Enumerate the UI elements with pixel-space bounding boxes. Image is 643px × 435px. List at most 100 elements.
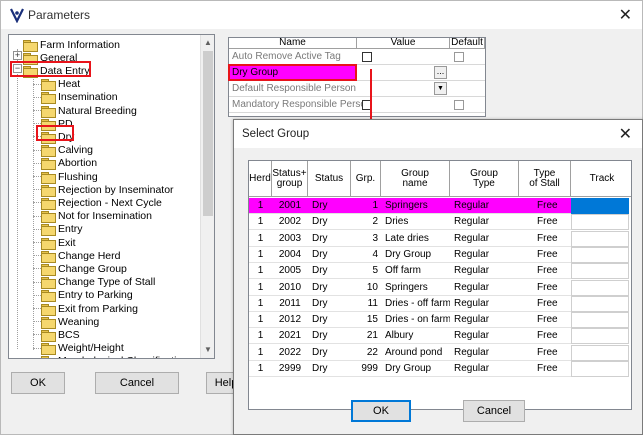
table-row[interactable]: 1 2010 Dry 10 Springers Regular Free [249,280,571,296]
dialog-cancel-button[interactable]: Cancel [463,400,525,422]
group-table: Herd Status+ group Status Grp. Group nam… [248,160,632,410]
annotation-box-dry [36,125,74,141]
dialog-ok-button[interactable]: OK [351,400,411,422]
tree-item[interactable]: Entry [41,223,83,237]
category-tree[interactable]: + − Farm Information General Data Entry Hea… [8,34,215,359]
param-row[interactable]: Mandatory Responsible Person [229,97,485,113]
track-cell[interactable] [571,263,629,280]
tree-item[interactable]: Weight/Height [41,342,124,356]
tree-line [33,110,41,111]
tree-line [33,202,41,204]
table-row[interactable]: 1 2022 Dry 22 Around pond Regular Free [249,345,571,361]
cell-status: Dry [308,231,351,247]
tree-line [17,49,18,349]
param-label: Default Responsible Person [232,83,356,94]
tree-item[interactable]: Heat [41,78,80,92]
close-icon[interactable]: ✕ [619,124,632,144]
scroll-down-icon[interactable]: ▼ [203,344,213,356]
cell-herd: 1 [249,231,272,247]
tree-item[interactable]: Not for Insemination [41,210,152,224]
tree-item[interactable]: Insemination [41,91,118,105]
value-checkbox[interactable] [362,52,372,62]
tree-line [33,334,41,336]
scroll-thumb[interactable] [203,51,213,216]
cell-status: Dry [308,280,351,296]
param-row[interactable]: Auto Remove Active Tag [229,49,485,65]
tree-item[interactable]: Rejection by Inseminator [41,183,174,197]
tree-item[interactable]: Natural Breeding [41,104,137,118]
table-row[interactable]: 1 2021 Dry 21 Albury Regular Free [249,328,571,345]
folder-icon [41,356,55,358]
folder-icon [41,290,56,303]
cell-sg: 2011 [272,296,308,312]
cancel-button[interactable]: Cancel [95,372,179,394]
close-icon[interactable]: ✕ [619,5,632,25]
tree-item[interactable]: Change Group [41,262,127,276]
cell-sg: 2003 [272,231,308,247]
tree-item-label: Change Herd [58,249,121,262]
tree-item-label: Rejection by Inseminator [58,183,174,196]
default-checkbox[interactable] [454,100,464,110]
tree-item-label: Farm Information [40,38,120,51]
cell-type: Regular [450,312,519,329]
tree-item[interactable]: Exit from Parking [41,302,138,316]
cell-status: Dry [308,361,351,377]
tree-item[interactable]: Rejection - Next Cycle [41,196,162,210]
tree-line [33,228,41,230]
tree-item-label: Weight/Height [58,342,124,355]
track-cell[interactable] [571,344,629,361]
table-row[interactable]: 1 2999 Dry 999 Dry Group Regular Free [249,361,571,377]
track-cell[interactable] [571,295,629,312]
tree-item[interactable]: Entry to Parking [41,289,133,303]
table-row[interactable]: 1 2003 Dry 3 Late dries Regular Free [249,231,571,247]
param-row[interactable]: Default Responsible Person ▼ [229,81,485,97]
tree-item[interactable]: Weaning [41,315,99,329]
table-row[interactable]: 1 2005 Dry 5 Off farm Regular Free [249,263,571,280]
param-label: Mandatory Responsible Person [232,99,372,110]
tree-line [33,308,41,309]
ok-button[interactable]: OK [11,372,65,394]
table-row[interactable]: 1 2011 Dry 11 Dries - off farm Regular Free [249,296,571,312]
track-cell[interactable] [571,230,629,247]
stall-type-header: Type of Stall [519,161,571,197]
scroll-up-icon[interactable]: ▲ [203,37,213,49]
herd-header: Herd [249,161,272,197]
tree-item[interactable]: Change Herd [41,249,121,263]
track-cell[interactable] [571,279,629,296]
table-row[interactable]: 1 2004 Dry 4 Dry Group Regular Free [249,247,571,263]
track-cell[interactable] [571,246,629,263]
tree-item[interactable]: Exit [41,236,76,250]
track-cell[interactable] [571,198,629,214]
cell-herd: 1 [249,296,272,312]
dropdown-arrow-icon[interactable]: ▼ [434,82,447,95]
folder-icon [41,316,56,329]
track-cell[interactable] [571,312,629,329]
tree-item[interactable]: Calving [41,144,93,158]
track-cell[interactable] [571,361,629,377]
dialog-title: Select Group [242,128,310,140]
cell-stall: Free [519,263,571,280]
tree-item[interactable]: BCS [41,328,80,342]
tree-line [33,176,41,177]
cell-name: Albury [381,328,450,345]
track-cell[interactable] [571,214,629,231]
tree-item-label: Exit [58,236,76,249]
cell-name: Springers [381,280,450,296]
browse-button[interactable]: ... [434,66,447,79]
tree-item[interactable]: Farm Information [23,38,120,52]
tree-item[interactable]: Morphological Classifications [41,355,193,358]
tree-item[interactable]: Change Type of Stall [41,276,155,290]
tree-item[interactable]: Abortion [41,157,97,171]
tree-scrollbar[interactable]: ▲ ▼ [200,35,214,358]
table-row-selected[interactable]: 1 2001 Dry 1 Springers Regular Free [249,198,571,214]
expand-icon[interactable]: + [13,51,22,60]
tree-item[interactable]: Flushing [41,170,98,184]
table-row[interactable]: 1 2012 Dry 15 Dries - on farm Regular Free [249,312,571,329]
cell-type: Regular [450,361,519,377]
track-cell[interactable] [571,328,629,345]
cell-status: Dry [308,345,351,361]
default-checkbox[interactable] [454,52,464,62]
table-row[interactable]: 1 2002 Dry 2 Dries Regular Free [249,214,571,231]
cell-grp: 1 [351,198,381,214]
param-label: Auto Remove Active Tag [232,51,341,62]
